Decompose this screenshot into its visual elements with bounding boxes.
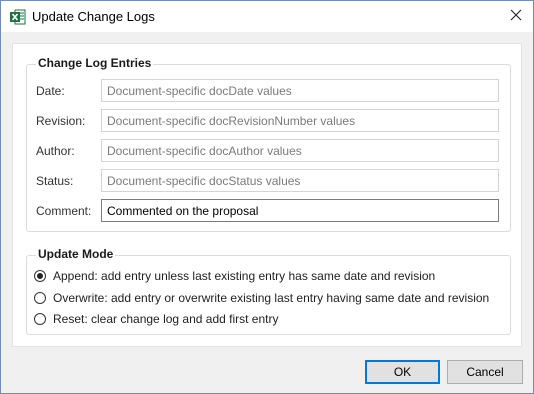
- append-radio-button[interactable]: [34, 270, 46, 282]
- reset-radio-button[interactable]: [34, 313, 46, 325]
- revision-row: Revision: Document-specific docRevisionN…: [27, 109, 512, 133]
- author-label: Author:: [36, 144, 75, 158]
- overwrite-radio-button[interactable]: [34, 292, 46, 304]
- status-label: Status:: [36, 174, 74, 188]
- reset-radio-label[interactable]: Reset: clear change log and add first en…: [53, 312, 278, 326]
- status-field: Document-specific docStatus values: [101, 169, 499, 192]
- window-title: Update Change Logs: [32, 9, 155, 24]
- update-mode-group: Update Mode Append: add entry unless las…: [26, 247, 511, 335]
- date-row: Date: Document-specific docDate values: [27, 79, 512, 103]
- close-icon: [510, 9, 522, 24]
- update-mode-legend: Update Mode: [36, 247, 116, 261]
- reset-radio[interactable]: Reset: clear change log and add first en…: [34, 311, 504, 329]
- author-field: Document-specific docAuthor values: [101, 139, 499, 162]
- close-button[interactable]: [499, 1, 533, 32]
- date-field: Document-specific docDate values: [101, 79, 499, 102]
- dialog-content: Change Log Entries Date: Document-specif…: [12, 43, 522, 347]
- append-radio[interactable]: Append: add entry unless last existing e…: [34, 268, 504, 286]
- title-bar[interactable]: Update Change Logs: [1, 1, 533, 32]
- comment-row: Comment: Commented on the proposal: [27, 199, 512, 223]
- date-label: Date:: [36, 84, 65, 98]
- status-row: Status: Document-specific docStatus valu…: [27, 169, 512, 193]
- author-row: Author: Document-specific docAuthor valu…: [27, 139, 512, 163]
- overwrite-radio-label[interactable]: Overwrite: add entry or overwrite existi…: [53, 291, 489, 305]
- comment-label: Comment:: [36, 204, 92, 218]
- change-log-entries-legend: Change Log Entries: [36, 56, 154, 70]
- revision-field: Document-specific docRevisionNumber valu…: [101, 109, 499, 132]
- update-change-logs-dialog: Update Change Logs Change Log Entries Da…: [0, 0, 534, 394]
- cancel-button[interactable]: Cancel: [447, 360, 523, 384]
- comment-field[interactable]: Commented on the proposal: [101, 199, 499, 222]
- excel-icon: [10, 9, 26, 25]
- revision-label: Revision:: [36, 114, 86, 128]
- append-radio-label[interactable]: Append: add entry unless last existing e…: [53, 269, 435, 283]
- overwrite-radio[interactable]: Overwrite: add entry or overwrite existi…: [34, 290, 504, 308]
- change-log-entries-group: Change Log Entries Date: Document-specif…: [26, 56, 512, 232]
- ok-button[interactable]: OK: [365, 360, 440, 384]
